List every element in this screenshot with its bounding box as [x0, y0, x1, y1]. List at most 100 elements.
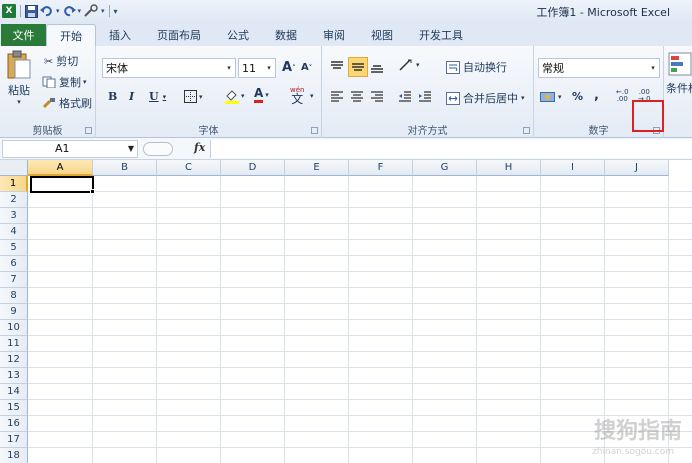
formula-bar-resize-handle[interactable] [143, 142, 173, 156]
align-top-button[interactable] [330, 58, 346, 76]
column-header-j[interactable]: J [605, 160, 669, 176]
row-header-15[interactable]: 15 [0, 400, 28, 416]
fill-color-button[interactable]: ▾ [224, 88, 245, 104]
increase-decimal-button[interactable]: ←.0 .00 [616, 89, 629, 103]
row-header-7[interactable]: 7 [0, 272, 28, 288]
undo-dropdown-icon[interactable]: ▾ [56, 3, 60, 19]
qat-more-icon[interactable]: ▾ [101, 3, 105, 19]
number-format-dropdown-icon[interactable]: ▾ [647, 59, 659, 77]
tab-insert[interactable]: 插入 [96, 24, 144, 46]
font-size-select[interactable]: 11 ▾ [238, 58, 276, 78]
alignment-launcher-icon[interactable] [523, 127, 530, 134]
wrap-text-button[interactable]: 自动换行 [446, 59, 507, 75]
row-header-4[interactable]: 4 [0, 224, 28, 240]
percent-button[interactable]: % [572, 90, 583, 103]
row-header-10[interactable]: 10 [0, 320, 28, 336]
borders-button[interactable]: ▾ [184, 90, 203, 103]
clipboard-launcher-icon[interactable] [85, 127, 92, 134]
redo-dropdown-icon[interactable]: ▾ [78, 3, 82, 19]
tab-developer[interactable]: 开发工具 [406, 24, 476, 46]
bold-button[interactable]: B [108, 90, 117, 103]
borders-icon [184, 90, 197, 103]
copy-button[interactable]: 复制 ▾ [42, 73, 87, 91]
currency-button[interactable]: ▾ [540, 90, 562, 103]
number-format-select[interactable]: 常规 ▾ [538, 58, 660, 78]
custom-tool-icon[interactable] [83, 3, 99, 19]
insert-function-icon[interactable]: fx [194, 141, 205, 154]
qat-customize-icon[interactable]: ▾ [114, 3, 118, 19]
align-left-button[interactable] [330, 90, 344, 102]
row-header-3[interactable]: 3 [0, 208, 28, 224]
fill-handle[interactable] [90, 189, 95, 194]
tab-data[interactable]: 数据 [262, 24, 310, 46]
active-cell[interactable] [30, 176, 94, 193]
column-header-i[interactable]: I [541, 160, 605, 176]
row-header-1[interactable]: 1 [0, 176, 28, 192]
row-header-16[interactable]: 16 [0, 416, 28, 432]
column-header-h[interactable]: H [477, 160, 541, 176]
tab-home[interactable]: 开始 [46, 24, 96, 46]
decrease-indent-button[interactable] [398, 90, 412, 102]
scissors-icon: ✂ [44, 54, 54, 68]
paste-button[interactable]: 粘贴 ▾ [4, 50, 34, 112]
row-gridline [28, 207, 692, 208]
undo-icon[interactable] [40, 3, 54, 19]
row-header-8[interactable]: 8 [0, 288, 28, 304]
row-header-2[interactable]: 2 [0, 192, 28, 208]
font-name-select[interactable]: 宋体 ▾ [102, 58, 236, 78]
shrink-font-button[interactable]: A ˅ [301, 62, 312, 73]
column-header-e[interactable]: E [285, 160, 349, 176]
row-header-13[interactable]: 13 [0, 368, 28, 384]
column-header-a[interactable]: A [28, 160, 93, 176]
tab-view[interactable]: 视图 [358, 24, 406, 46]
font-launcher-icon[interactable] [311, 127, 318, 134]
redo-icon[interactable] [62, 3, 76, 19]
name-box-dropdown-icon[interactable]: ▼ [128, 141, 134, 157]
row-header-9[interactable]: 9 [0, 304, 28, 320]
excel-app-icon[interactable]: X [2, 4, 16, 18]
merge-center-button[interactable]: 合并后居中 ▾ [446, 90, 525, 106]
conditional-format-button[interactable]: 条件格 [666, 52, 692, 96]
format-painter-button[interactable]: 格式刷 [42, 94, 92, 112]
tab-page-layout[interactable]: 页面布局 [144, 24, 214, 46]
row-header-17[interactable]: 17 [0, 432, 28, 448]
column-header-f[interactable]: F [349, 160, 413, 176]
row-header-14[interactable]: 14 [0, 384, 28, 400]
cut-button[interactable]: ✂ 剪切 [44, 52, 78, 70]
column-header-c[interactable]: C [157, 160, 221, 176]
formula-input[interactable] [210, 140, 692, 158]
phonetic-dropdown-icon[interactable]: ▾ [310, 92, 314, 100]
row-header-18[interactable]: 18 [0, 448, 28, 463]
column-header-d[interactable]: D [221, 160, 285, 176]
paste-dropdown-icon: ▾ [17, 98, 21, 106]
column-header-b[interactable]: B [93, 160, 157, 176]
phonetic-button[interactable]: wén 文 [290, 86, 304, 105]
paste-icon [7, 50, 31, 79]
orientation-button[interactable]: ▾ [398, 58, 420, 72]
underline-button[interactable]: U ▾ [149, 90, 166, 103]
comma-button[interactable]: , [594, 88, 599, 103]
column-header-g[interactable]: G [413, 160, 477, 176]
align-center-button[interactable] [350, 90, 364, 102]
highlight-annotation [632, 100, 664, 132]
name-box[interactable]: A1 ▼ [2, 140, 138, 158]
row-header-5[interactable]: 5 [0, 240, 28, 256]
tab-file[interactable]: 文件 [1, 24, 46, 46]
tab-formulas[interactable]: 公式 [214, 24, 262, 46]
row-header-12[interactable]: 12 [0, 352, 28, 368]
decrease-indent-icon [399, 91, 411, 102]
font-color-button[interactable]: A ▾ [254, 87, 269, 103]
select-all-button[interactable] [0, 160, 28, 176]
grow-font-button[interactable]: A ˄ [282, 60, 296, 75]
save-icon[interactable] [25, 3, 38, 19]
increase-indent-button[interactable] [418, 90, 432, 102]
align-right-button[interactable] [370, 90, 384, 102]
row-header-11[interactable]: 11 [0, 336, 28, 352]
row-header-6[interactable]: 6 [0, 256, 28, 272]
italic-button[interactable]: I [129, 90, 134, 103]
align-bottom-icon [371, 65, 383, 73]
spreadsheet-grid[interactable]: ABCDEFGHIJ 1 2 3 4 5 6 7 8 9 10 11 12 13 14 15 16 17 18 搜… [0, 160, 692, 463]
align-bottom-button[interactable] [370, 58, 386, 76]
tab-review[interactable]: 审阅 [310, 24, 358, 46]
align-middle-button[interactable] [348, 57, 368, 77]
